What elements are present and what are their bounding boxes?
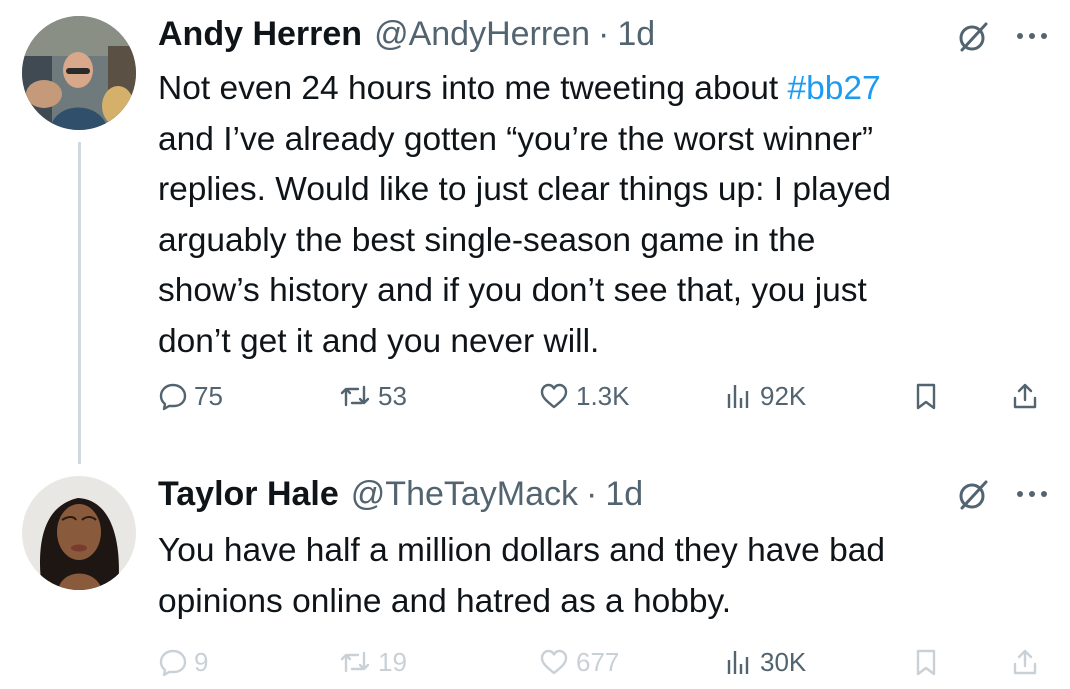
repost-count: 19 (378, 646, 407, 677)
grok-icon[interactable] (956, 478, 990, 512)
repost-count: 53 (378, 380, 407, 411)
avatar[interactable] (22, 16, 136, 130)
tweet-actions: 9 19 677 30K (0, 640, 1070, 684)
separator-dot: · (586, 475, 598, 513)
repost-icon (340, 385, 370, 407)
user-handle[interactable]: @TheTayMack (351, 472, 578, 516)
bookmark-button[interactable] (912, 640, 940, 684)
display-name[interactable]: Andy Herren (158, 12, 362, 56)
like-count: 677 (576, 646, 620, 677)
separator-dot: · (598, 15, 610, 53)
like-icon (540, 383, 568, 409)
share-button[interactable] (1010, 640, 1040, 684)
tweet-header: Andy Herren @AndyHerren · 1d (158, 12, 655, 56)
share-button[interactable] (1010, 374, 1040, 418)
tweet-header: Taylor Hale @TheTayMack · 1d (158, 472, 643, 516)
like-count: 1.3K (576, 380, 630, 411)
display-name[interactable]: Taylor Hale (158, 472, 339, 516)
views-icon (727, 651, 749, 674)
views-count: 92K (760, 380, 807, 411)
tweet-text-part: Not even 24 hours into me tweeting about (158, 70, 788, 107)
reply-button[interactable]: 9 (158, 640, 208, 684)
bookmark-icon (916, 383, 936, 410)
views-button[interactable]: 30K (724, 640, 806, 684)
share-icon (1013, 649, 1037, 675)
avatar-photo-icon (22, 16, 136, 130)
user-handle[interactable]: @AndyHerren (374, 12, 590, 56)
views-button[interactable]: 92K (724, 374, 806, 418)
timestamp[interactable]: 1d (605, 472, 643, 516)
reply-icon (159, 649, 187, 677)
reply-button[interactable]: 75 (158, 374, 223, 418)
tweet-text: Not even 24 hours into me tweeting about… (158, 64, 1038, 367)
grok-icon[interactable] (956, 20, 990, 54)
like-button[interactable]: 677 (538, 640, 619, 684)
views-count: 30K (760, 646, 807, 677)
reply-count: 9 (194, 646, 209, 677)
tweet-text: You have half a million dollars and they… (158, 532, 885, 620)
tweet-text-part: and I’ve already gotten “you’re the wors… (158, 120, 892, 360)
more-icon[interactable] (1014, 484, 1050, 504)
repost-icon (340, 651, 370, 673)
tweet-actions: 75 53 1.3K 92K (0, 374, 1070, 418)
like-button[interactable]: 1.3K (538, 374, 630, 418)
reply-count: 75 (194, 380, 223, 411)
like-icon (540, 649, 568, 675)
bookmark-button[interactable] (912, 374, 940, 418)
avatar[interactable] (22, 476, 136, 590)
timestamp[interactable]: 1d (617, 12, 655, 56)
repost-button[interactable]: 19 (338, 640, 407, 684)
hashtag-link[interactable]: #bb27 (787, 70, 880, 107)
bookmark-icon (916, 649, 936, 676)
repost-button[interactable]: 53 (338, 374, 407, 418)
avatar-photo-icon (22, 476, 136, 590)
share-icon (1013, 383, 1037, 409)
more-icon[interactable] (1014, 26, 1050, 46)
reply-icon (159, 383, 187, 411)
views-icon (727, 385, 749, 408)
